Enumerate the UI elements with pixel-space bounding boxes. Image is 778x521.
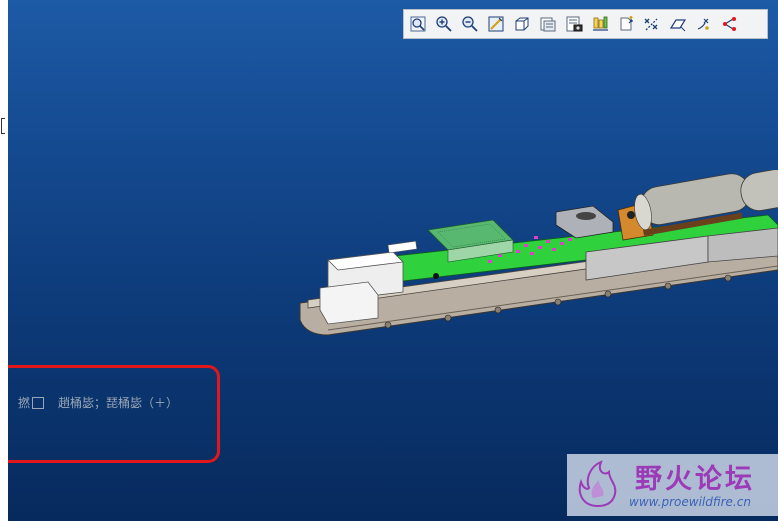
status-checkbox[interactable]	[32, 396, 45, 409]
zoom-fit-icon	[410, 16, 426, 32]
display-style-icon	[515, 17, 529, 31]
csys-display-button[interactable]	[718, 12, 742, 36]
layers-icon	[593, 16, 608, 31]
spin-center-button[interactable]	[614, 12, 638, 36]
view-toolbar	[403, 9, 768, 39]
status-text: 趙桶毖；琵桶毖（＋）	[58, 396, 179, 410]
view-manager-button[interactable]	[562, 12, 586, 36]
flame-logo-icon	[578, 460, 617, 508]
datum-display-button[interactable]	[640, 12, 664, 36]
status-label: 撚	[18, 396, 31, 410]
watermark-url: www.proewildfire.cn	[629, 495, 751, 509]
zoom-in-button[interactable]	[432, 12, 456, 36]
datum-display-icon	[644, 18, 658, 31]
plane-display-icon	[669, 19, 687, 32]
point-display-icon	[697, 18, 709, 30]
zoom-out-icon	[462, 16, 478, 32]
highlight-callout	[8, 365, 220, 463]
layers-button[interactable]	[588, 12, 612, 36]
display-style-button[interactable]	[510, 12, 534, 36]
graphics-viewport[interactable]: 撚 趙桶毖；琵桶毖（＋） 野火论坛 www.proewildfire.cn	[8, 0, 778, 521]
point-display-button[interactable]	[692, 12, 716, 36]
watermark-title: 野火论坛	[635, 464, 755, 495]
spin-center-icon	[620, 16, 633, 31]
panel-edge-marker	[1, 118, 5, 134]
view-manager-icon	[566, 16, 583, 32]
csys-display-icon	[723, 17, 736, 31]
forum-watermark: 野火论坛 www.proewildfire.cn	[567, 454, 778, 516]
cad-assembly-model[interactable]	[298, 170, 778, 350]
saved-views-icon	[540, 17, 556, 32]
zoom-fit-button[interactable]	[406, 12, 430, 36]
zoom-out-button[interactable]	[458, 12, 482, 36]
zoom-in-icon	[436, 16, 452, 32]
repaint-icon	[488, 16, 504, 32]
status-message: 撚 趙桶毖；琵桶毖（＋）	[18, 394, 178, 411]
plane-display-button[interactable]	[666, 12, 690, 36]
saved-views-button[interactable]	[536, 12, 560, 36]
repaint-button[interactable]	[484, 12, 508, 36]
